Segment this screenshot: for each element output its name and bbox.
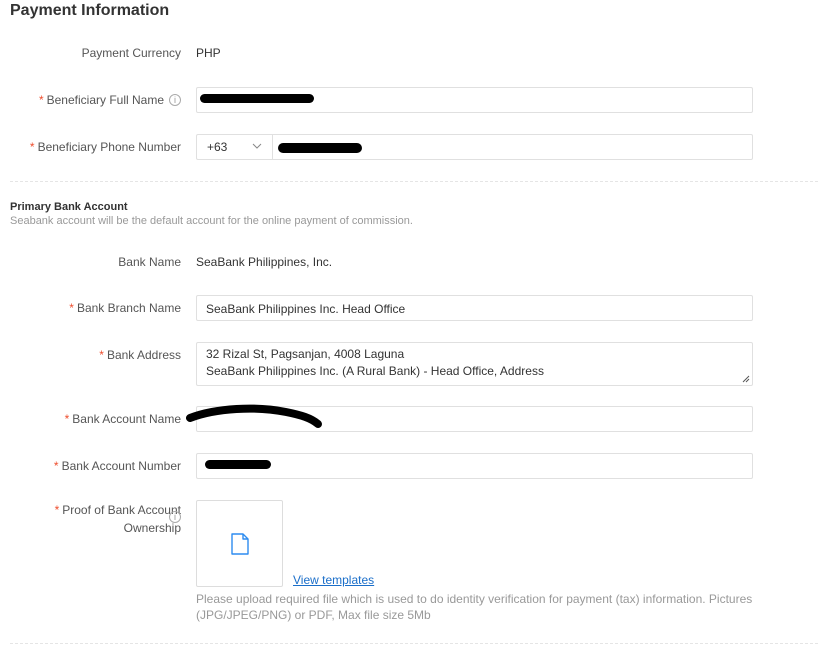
file-icon (231, 533, 249, 555)
bank-name-value: SeaBank Philippines, Inc. (196, 255, 333, 269)
chevron-down-icon (252, 143, 262, 149)
primary-bank-description: Seabank account will be the default acco… (10, 215, 413, 227)
payment-currency-label: Payment Currency (81, 46, 181, 60)
beneficiary-name-label: * Beneficiary Full Name i (39, 93, 181, 107)
bank-address-label: * Bank Address (99, 348, 181, 362)
resize-grip-icon[interactable] (742, 375, 750, 383)
upload-hint: Please upload required file which is use… (196, 592, 753, 622)
required-asterisk: * (54, 503, 60, 517)
country-code-select[interactable]: +63 (197, 135, 273, 159)
required-asterisk: * (99, 348, 104, 362)
redaction-mark (278, 143, 362, 153)
required-asterisk: * (38, 93, 44, 107)
bank-name-label: Bank Name (118, 255, 181, 269)
bank-address-line1: 32 Rizal St, Pagsanjan, 4008 Laguna (206, 347, 405, 361)
bank-account-name-label: * Bank Account Name (64, 412, 181, 426)
info-icon[interactable]: i (169, 94, 181, 106)
required-asterisk: * (53, 459, 59, 473)
page-title: Payment Information (10, 2, 170, 19)
info-icon[interactable]: i (169, 511, 181, 523)
upload-box[interactable] (196, 500, 283, 587)
bank-branch-label: * Bank Branch Name (69, 301, 181, 315)
view-templates-link[interactable]: View templates (293, 573, 374, 587)
bank-address-textarea[interactable]: 32 Rizal St, Pagsanjan, 4008 Laguna SeaB… (196, 342, 753, 386)
required-asterisk: * (69, 301, 74, 315)
bank-branch-input[interactable]: SeaBank Philippines Inc. Head Office (196, 295, 753, 321)
redaction-mark (200, 94, 314, 103)
required-asterisk: * (29, 140, 35, 154)
required-asterisk: * (64, 412, 70, 426)
proof-label: * Proof of Bank Account Ownership (54, 503, 181, 535)
redaction-mark (186, 404, 322, 428)
section-divider (10, 643, 818, 644)
bank-account-number-label: * Bank Account Number (53, 459, 181, 473)
bank-account-number-input[interactable] (196, 453, 753, 479)
payment-currency-value: PHP (196, 46, 221, 60)
redaction-mark (205, 460, 271, 469)
primary-bank-title: Primary Bank Account (10, 201, 128, 213)
beneficiary-phone-label: * Beneficiary Phone Number (29, 140, 181, 154)
bank-address-line2: SeaBank Philippines Inc. (A Rural Bank) … (206, 364, 544, 378)
section-divider (10, 181, 818, 182)
